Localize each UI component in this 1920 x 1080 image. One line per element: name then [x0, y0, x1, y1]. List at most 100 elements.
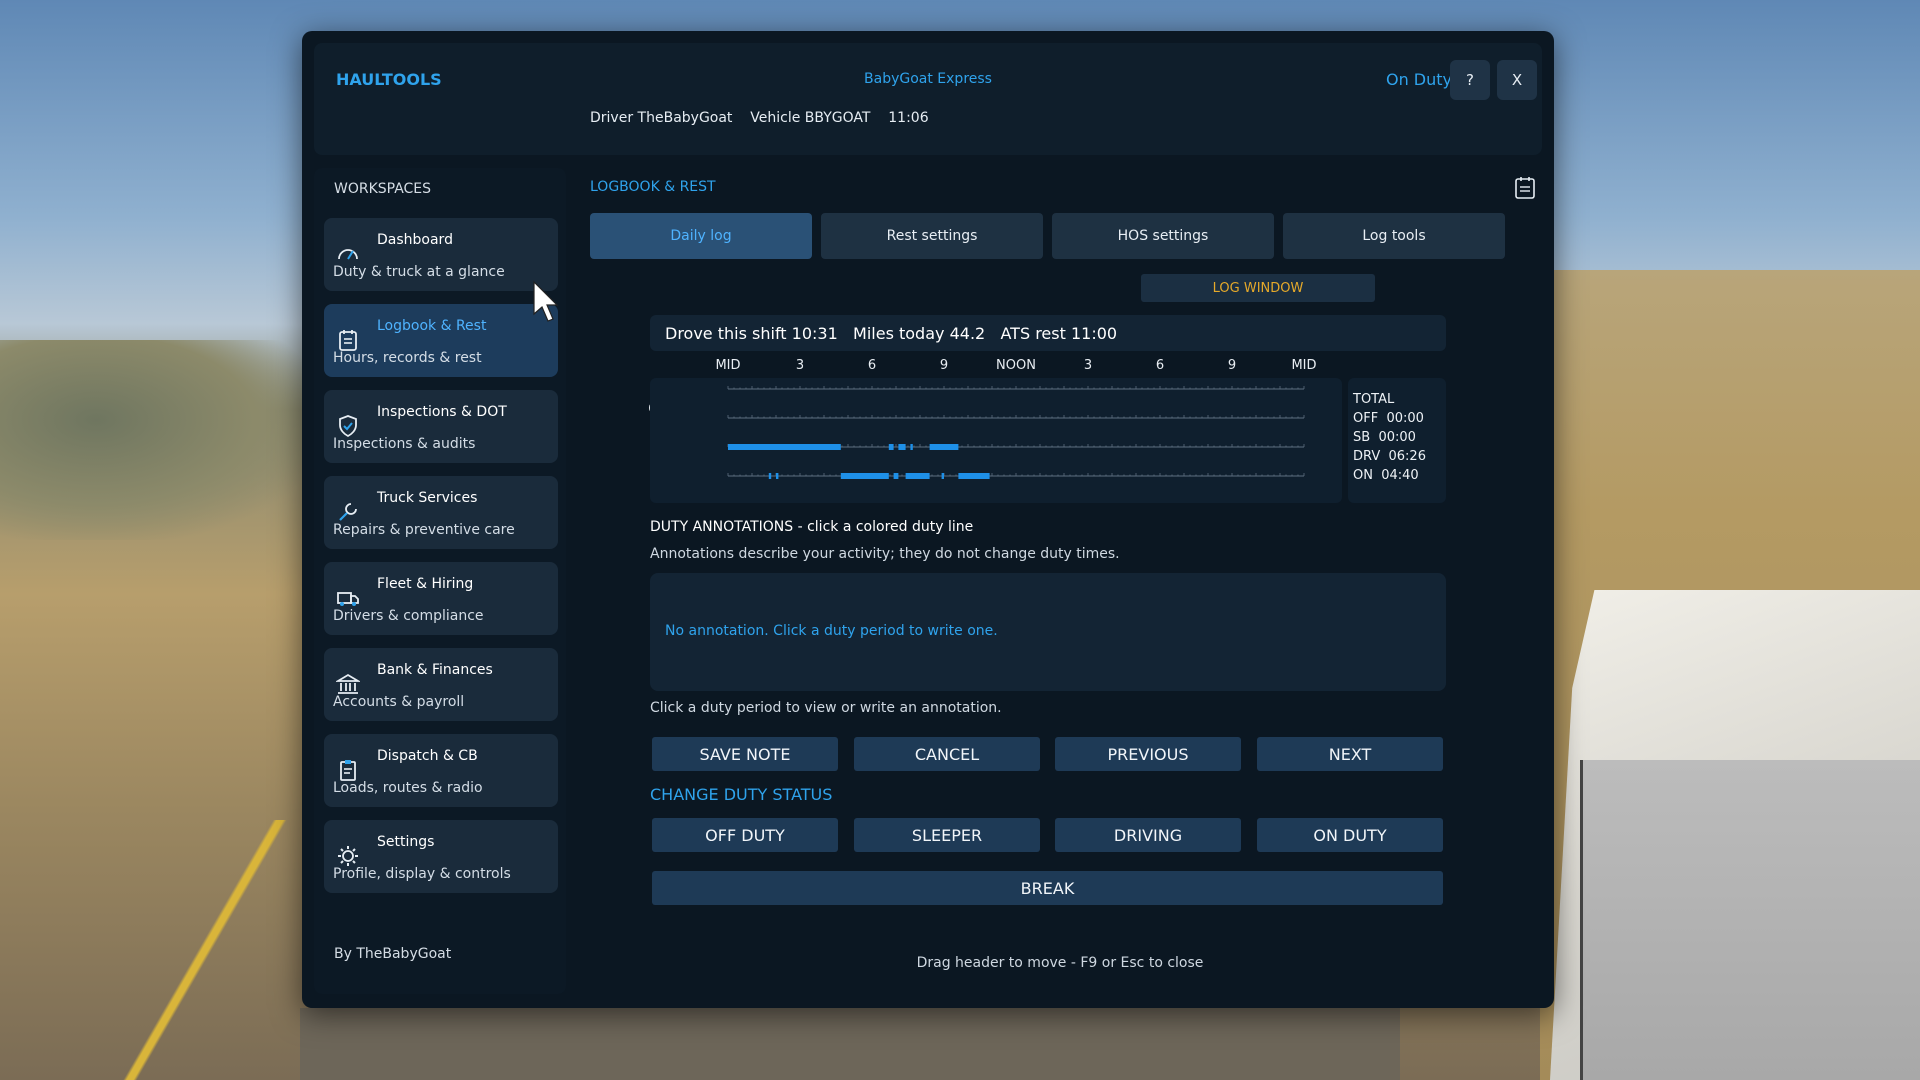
save-note-button[interactable]: SAVE NOTE [652, 737, 838, 771]
mouse-cursor-icon [533, 280, 559, 322]
duty-chart[interactable] [650, 378, 1342, 503]
duty-chart-svg[interactable] [650, 378, 1342, 503]
duty-log-grid: MID369NOON369MID OFF DUTY SLEEPER DRIVIN… [578, 358, 1478, 508]
duty-segment-driving[interactable] [910, 444, 913, 450]
background-road-line [110, 820, 300, 1080]
duty-segment-driving[interactable] [929, 444, 959, 450]
previous-button[interactable]: PREVIOUS [1055, 737, 1241, 771]
total-sb: SB 00:00 [1353, 430, 1416, 445]
duty-status-indicator: On Duty [1385, 70, 1452, 89]
totals-title: TOTAL [1353, 392, 1395, 407]
hour-tick-label: MID [1291, 358, 1317, 373]
driver-label: Driver [590, 110, 634, 126]
sidebar-item-label: Inspections & DOT [377, 404, 507, 420]
workspaces-title: WORKSPACES [334, 181, 432, 197]
annotation-empty-message: No annotation. Click a duty period to wr… [665, 623, 998, 639]
sidebar-item-label: Bank & Finances [377, 662, 493, 678]
annotation-hint: Click a duty period to view or write an … [650, 700, 1002, 716]
sidebar-item-settings[interactable]: Settings Profile, display & controls [324, 820, 558, 893]
break-button[interactable]: BREAK [652, 871, 1443, 905]
annotation-textbox[interactable]: No annotation. Click a duty period to wr… [650, 573, 1446, 691]
sidebar-item-inspections[interactable]: Inspections & DOT Inspections & audits [324, 390, 558, 463]
on-duty-button[interactable]: ON DUTY [1257, 818, 1443, 852]
total-off: OFF 00:00 [1353, 411, 1424, 426]
total-on: ON 04:40 [1353, 468, 1419, 483]
tab-rest-settings[interactable]: Rest settings [821, 213, 1043, 259]
duty-segment-on-duty[interactable] [840, 473, 889, 479]
sidebar-item-subtitle: Drivers & compliance [333, 608, 484, 624]
driver-info-line: Driver TheBabyGoat Vehicle BBYGOAT 11:06 [590, 110, 929, 126]
background-road [300, 1008, 1400, 1080]
shield-icon [339, 415, 357, 438]
duty-segment-on-duty[interactable] [776, 473, 779, 479]
sidebar-item-subtitle: Loads, routes & radio [333, 780, 483, 796]
sidebar-item-logbook[interactable]: Logbook & Rest Hours, records & rest [324, 304, 558, 377]
total-drv: DRV 06:26 [1353, 449, 1426, 464]
duty-segment-driving[interactable] [898, 444, 906, 450]
hour-tick-label: 3 [1083, 358, 1093, 373]
duty-segment-driving[interactable] [888, 444, 894, 450]
sidebar-item-subtitle: Duty & truck at a glance [333, 264, 505, 280]
hour-tick-label: NOON [996, 358, 1036, 373]
vehicle-id: BBYGOAT [804, 110, 871, 126]
annotations-title: DUTY ANNOTATIONS - click a colored duty … [650, 519, 974, 535]
vehicle-label: Vehicle [750, 110, 801, 126]
duty-segment-on-duty[interactable] [941, 473, 944, 479]
hour-tick-label: 9 [1227, 358, 1237, 373]
background-trailer-doors [1580, 760, 1920, 1080]
tab-log-tools[interactable]: Log tools [1283, 213, 1505, 259]
sidebar-item-subtitle: Accounts & payroll [333, 694, 465, 710]
logbook-main-panel: LOGBOOK & REST Daily log Rest settings H… [578, 168, 1542, 994]
sidebar-item-bank[interactable]: Bank & Finances Accounts & payroll [324, 648, 558, 721]
sidebar-item-subtitle: Profile, display & controls [333, 866, 511, 882]
company-name: BabyGoat Express [864, 71, 992, 87]
annotations-description: Annotations describe your activity; they… [650, 546, 1120, 562]
logbook-icon[interactable] [1514, 176, 1536, 200]
sidebar-item-dashboard[interactable]: Dashboard Duty & truck at a glance [324, 218, 558, 291]
duty-totals: TOTAL OFF 00:00 SB 00:00 DRV 06:26 ON 04… [1348, 378, 1446, 503]
close-button[interactable]: X [1497, 60, 1537, 100]
off-duty-button[interactable]: OFF DUTY [652, 818, 838, 852]
miles-value: 44.2 [949, 323, 986, 343]
drove-value: 10:31 [791, 323, 838, 343]
tab-hos-settings[interactable]: HOS settings [1052, 213, 1274, 259]
clipboard-icon [340, 760, 356, 781]
duty-segment-driving[interactable] [728, 444, 841, 450]
window-header[interactable]: HAULTOOLS BabyGoat Express On Duty ? X D… [314, 43, 1542, 155]
next-button[interactable]: NEXT [1257, 737, 1443, 771]
duty-segment-on-duty[interactable] [958, 473, 990, 479]
cancel-button[interactable]: CANCEL [854, 737, 1040, 771]
sidebar-item-label: Dispatch & CB [377, 748, 478, 764]
duty-segment-on-duty[interactable] [768, 473, 772, 479]
sidebar-item-subtitle: Repairs & preventive care [333, 522, 515, 538]
sidebar-item-label: Dashboard [377, 232, 453, 248]
gear-icon [338, 846, 358, 866]
sidebar-item-truck-services[interactable]: Truck Services Repairs & preventive care [324, 476, 558, 549]
haultools-window: HAULTOOLS BabyGoat Express On Duty ? X D… [302, 31, 1554, 1008]
background-hills [0, 340, 320, 540]
change-duty-status-title: CHANGE DUTY STATUS [650, 785, 833, 804]
sidebar-item-fleet[interactable]: Fleet & Hiring Drivers & compliance [324, 562, 558, 635]
sleeper-button[interactable]: SLEEPER [854, 818, 1040, 852]
sidebar-item-subtitle: Inspections & audits [333, 436, 476, 452]
hour-tick-label: 6 [1155, 358, 1165, 373]
duty-segment-on-duty[interactable] [905, 473, 930, 479]
bank-icon [336, 673, 360, 694]
driving-button[interactable]: DRIVING [1055, 818, 1241, 852]
sidebar-item-label: Truck Services [377, 490, 478, 506]
sidebar-item-label: Settings [377, 834, 435, 850]
section-title: LOGBOOK & REST [590, 179, 716, 195]
hour-tick-label: 3 [795, 358, 805, 373]
footer-hint: Drag header to move - F9 or Esc to close [916, 955, 1204, 971]
logbook-icon [339, 330, 357, 351]
help-button[interactable]: ? [1450, 60, 1490, 100]
tab-daily-log[interactable]: Daily log [590, 213, 812, 259]
hour-tick-label: MID [715, 358, 741, 373]
log-window-button[interactable]: LOG WINDOW [1141, 274, 1375, 302]
gauge-icon [338, 249, 358, 260]
sidebar-item-dispatch[interactable]: Dispatch & CB Loads, routes & radio [324, 734, 558, 807]
shift-stats-bar: Drove this shift 10:31 Miles today 44.2 … [650, 315, 1446, 351]
rest-value: 11:00 [1070, 323, 1118, 343]
truck-icon [337, 592, 359, 606]
duty-segment-on-duty[interactable] [893, 473, 899, 479]
